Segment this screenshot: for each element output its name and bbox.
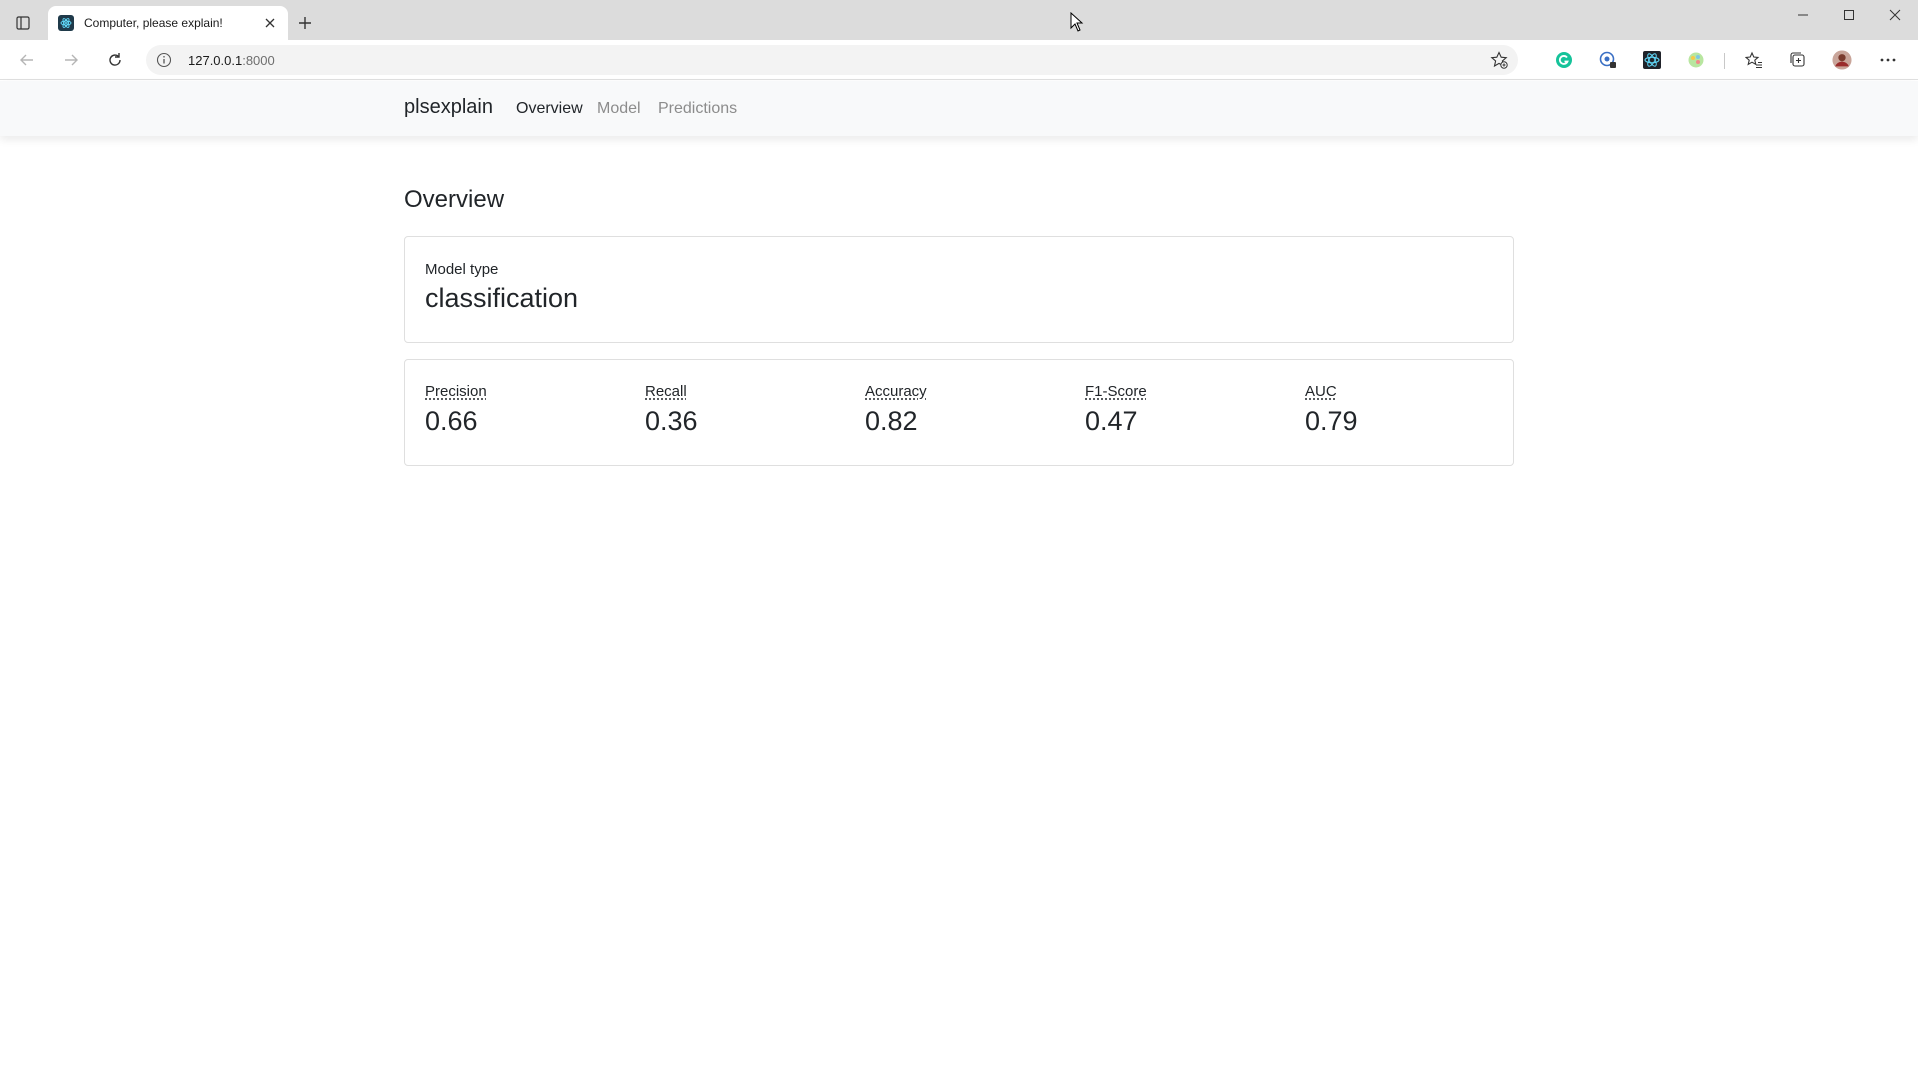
nav-overview[interactable]: Overview [516, 100, 583, 118]
model-type-card: Model type classification [404, 236, 1514, 343]
browser-tab[interactable]: Computer, please explain! [48, 6, 288, 40]
metric-label: AUC [1305, 383, 1337, 400]
metric-value: 0.79 [1305, 406, 1358, 436]
tab-title: Computer, please explain! [84, 16, 223, 30]
metric-precision: Precision 0.66 [425, 383, 625, 437]
metric-recall: Recall 0.36 [645, 383, 845, 437]
url-host: 127.0.0.1 [188, 53, 243, 68]
refresh-icon[interactable] [100, 45, 130, 75]
tab-actions-icon[interactable] [8, 8, 38, 38]
react-devtools-icon[interactable] [1642, 50, 1662, 70]
site-info-icon[interactable] [156, 52, 172, 68]
metric-label: Accuracy [865, 383, 927, 400]
back-icon[interactable] [12, 45, 42, 75]
mouse-cursor-icon [1070, 11, 1084, 32]
metric-f1-score: F1-Score 0.47 [1085, 383, 1285, 437]
metric-accuracy: Accuracy 0.82 [865, 383, 1065, 437]
metric-value: 0.66 [425, 406, 478, 436]
nav-model[interactable]: Model [597, 100, 641, 118]
favorites-icon[interactable] [1744, 50, 1764, 70]
metric-value: 0.82 [865, 406, 918, 436]
close-tab-icon[interactable] [258, 11, 282, 35]
react-logo-icon [58, 15, 74, 31]
metrics-card: Precision 0.66 Recall 0.36 Accuracy 0.82… [404, 359, 1514, 466]
minimize-icon[interactable] [1780, 0, 1826, 30]
more-icon[interactable] [1878, 50, 1898, 70]
metric-value: 0.47 [1085, 406, 1138, 436]
password-manager-icon[interactable] [1598, 50, 1618, 70]
model-type-label: Model type [425, 261, 499, 278]
nav-predictions[interactable]: Predictions [658, 100, 737, 118]
window-controls [1780, 0, 1918, 30]
page-title: Overview [404, 186, 505, 213]
grammarly-icon[interactable] [1554, 50, 1574, 70]
model-type-value: classification [425, 283, 579, 313]
toolbar-separator [1724, 53, 1725, 69]
url-text: 127.0.0.1:8000 [188, 53, 275, 68]
brand-link[interactable]: plsexplain [404, 96, 493, 119]
collections-icon[interactable] [1788, 50, 1808, 70]
maximize-icon[interactable] [1826, 0, 1872, 30]
metric-label: F1-Score [1085, 383, 1147, 400]
metric-label: Precision [425, 383, 487, 400]
forward-icon[interactable] [56, 45, 86, 75]
browser-toolbar: 127.0.0.1:8000 [0, 40, 1918, 80]
app-navbar: plsexplain Overview Model Predictions [0, 81, 1918, 136]
metric-value: 0.36 [645, 406, 698, 436]
new-tab-icon[interactable] [292, 10, 318, 36]
browser-tabstrip: Computer, please explain! [0, 0, 1918, 40]
url-port: :8000 [242, 53, 275, 68]
address-bar[interactable]: 127.0.0.1:8000 [146, 45, 1518, 75]
metric-auc: AUC 0.79 [1305, 383, 1505, 437]
color-picker-icon[interactable] [1686, 50, 1706, 70]
profile-avatar[interactable] [1832, 50, 1852, 70]
metric-label: Recall [645, 383, 687, 400]
add-favorite-icon[interactable] [1490, 51, 1508, 69]
close-window-icon[interactable] [1872, 0, 1918, 30]
